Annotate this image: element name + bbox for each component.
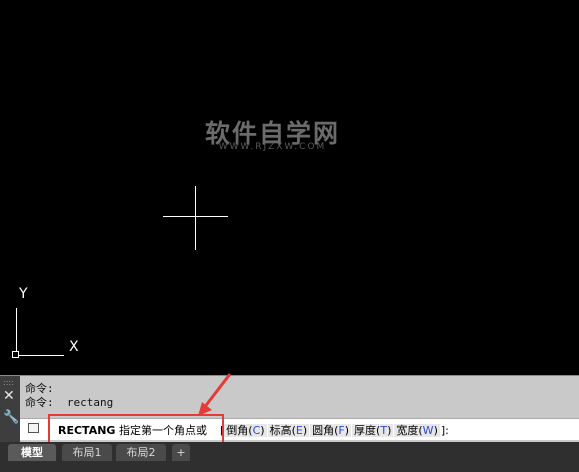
history-line-1: 命令: xyxy=(25,382,54,395)
ucs-y-label: Y xyxy=(19,286,28,302)
ucs-origin-icon xyxy=(12,351,19,358)
close-icon[interactable]: ✕ xyxy=(3,388,15,404)
prompt-icon xyxy=(28,423,39,433)
command-history: 命令: 命令: rectang xyxy=(25,382,113,410)
wrench-icon[interactable]: 🔧 xyxy=(3,410,19,425)
ucs-x-axis xyxy=(16,355,64,356)
tab-add[interactable]: + xyxy=(172,444,190,461)
tab-model[interactable]: 模型 xyxy=(8,444,56,461)
option-elevation[interactable]: 标高(E) xyxy=(267,424,310,437)
ucs-x-label: X xyxy=(69,339,79,355)
option-chamfer[interactable]: 倒角(C) xyxy=(224,424,267,437)
history-line-2: 命令: rectang xyxy=(25,396,114,409)
ucs-y-axis xyxy=(16,308,17,355)
command-options: [倒角(C) 标高(E) 圆角(F) 厚度(T) 宽度(W)]: xyxy=(220,422,449,438)
tab-layout2[interactable]: 布局2 xyxy=(116,444,166,461)
watermark-url: WWW.RJZXW.COM xyxy=(218,142,327,152)
grip-dots-icon: :::: xyxy=(3,378,14,387)
tab-layout1[interactable]: 布局1 xyxy=(62,444,112,461)
option-fillet[interactable]: 圆角(F) xyxy=(310,424,352,437)
crosshair-vertical xyxy=(195,186,196,250)
annotation-arrow-icon xyxy=(198,373,232,416)
drawing-canvas[interactable]: 软件自学网 WWW.RJZXW.COM Y X xyxy=(0,0,579,375)
layout-tab-bar: 模型 布局1 布局2 + xyxy=(0,442,579,472)
option-thickness[interactable]: 厚度(T) xyxy=(352,424,394,437)
option-width[interactable]: 宽度(W) xyxy=(394,424,440,437)
panel-grip[interactable]: :::: ✕ 🔧 xyxy=(0,376,20,443)
options-close-bracket: ]: xyxy=(440,424,449,437)
